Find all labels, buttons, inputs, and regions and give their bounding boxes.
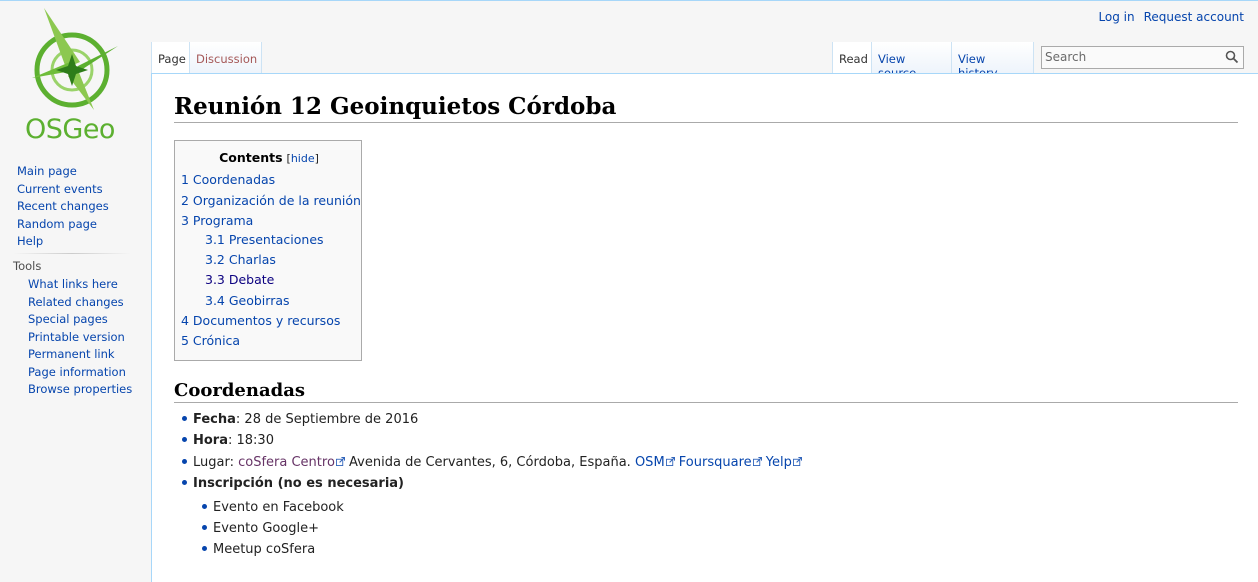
evento-facebook: Evento en Facebook <box>213 500 344 515</box>
tab-discussion-label[interactable]: Discussion <box>196 52 257 66</box>
sidebar-heading-tools: Tools <box>13 259 42 273</box>
compass-logo-icon <box>32 8 118 110</box>
sidebar-item-special-pages[interactable]: Special pages <box>28 312 108 326</box>
external-link-icon <box>665 457 675 466</box>
table-of-contents: Contents [hide] 1 Coordenadas 2 Organiza… <box>174 140 362 361</box>
sidebar-item-help[interactable]: Help <box>17 234 43 248</box>
request-account-link[interactable]: Request account <box>1144 10 1244 24</box>
osm-link[interactable]: OSM <box>635 455 665 470</box>
external-link-icon <box>792 457 802 466</box>
meetup-cosfera: Meetup coSfera <box>213 542 316 557</box>
toc-hide-bracket-close: ] <box>314 152 319 165</box>
yelp-link[interactable]: Yelp <box>766 455 792 470</box>
list-item-hora: Hora: 18:30 <box>182 433 274 448</box>
sidebar-item-related-changes[interactable]: Related changes <box>28 295 124 309</box>
foursquare-link[interactable]: Foursquare <box>679 455 752 470</box>
bullet <box>182 459 187 464</box>
sidebar-item-printable-version[interactable]: Printable version <box>28 330 125 344</box>
toc-item-charlas[interactable]: 3.2 Charlas <box>205 252 276 267</box>
login-link[interactable]: Log in <box>1098 10 1134 24</box>
bullet <box>182 437 187 442</box>
tab-page-label[interactable]: Page <box>158 52 186 66</box>
evento-google-plus: Evento Google+ <box>213 521 320 536</box>
sidebar-item-what-links-here[interactable]: What links here <box>28 277 118 291</box>
sidebar-item-permanent-link[interactable]: Permanent link <box>28 347 115 361</box>
search-icon[interactable] <box>1225 50 1239 64</box>
sidebar-item-recent-changes[interactable]: Recent changes <box>17 199 109 213</box>
tab-read[interactable]: Read <box>832 42 872 73</box>
sidebar-item-current-events[interactable]: Current events <box>17 182 103 196</box>
external-link-icon <box>335 457 345 466</box>
page-title: Reunión 12 Geoinquietos Córdoba <box>174 93 1238 123</box>
cosfera-centro-link[interactable]: coSfera Centro <box>238 455 335 470</box>
toc-item-geobirras[interactable]: 3.4 Geobirras <box>205 293 290 308</box>
toc-item-debate[interactable]: 3.3 Debate <box>205 272 274 287</box>
tab-view-history[interactable]: View history <box>952 42 1034 80</box>
list-item-fecha: Fecha: 28 de Septiembre de 2016 <box>182 412 418 427</box>
fecha-value: : 28 de Septiembre de 2016 <box>235 412 419 427</box>
toc-item-documentos[interactable]: 4 Documentos y recursos <box>181 313 340 328</box>
list-item-meetup: Meetup coSfera <box>202 542 315 557</box>
list-item-facebook: Evento en Facebook <box>202 500 344 515</box>
bullet <box>182 480 187 485</box>
bullet <box>182 416 187 421</box>
bullet <box>202 504 207 509</box>
fecha-label: Fecha <box>193 412 236 427</box>
tab-view-source[interactable]: View source <box>872 42 952 80</box>
personal-tools: Log in Request account <box>1098 10 1244 24</box>
bullet <box>202 525 207 530</box>
toc-item-presentaciones[interactable]: 3.1 Presentaciones <box>205 232 324 247</box>
sidebar-item-main-page[interactable]: Main page <box>17 164 77 178</box>
hora-label: Hora <box>193 433 228 448</box>
lugar-prefix: Lugar: <box>193 455 239 470</box>
tab-page[interactable]: Page <box>151 42 190 73</box>
external-link-icon <box>752 457 762 466</box>
sidebar-item-browse-properties[interactable]: Browse properties <box>28 382 132 396</box>
sidebar-item-page-information[interactable]: Page information <box>28 365 126 379</box>
toc-item-cronica[interactable]: 5 Crónica <box>181 333 240 348</box>
list-item-lugar: Lugar: coSfera Centro Avenida de Cervant… <box>182 455 802 470</box>
inscripcion-label: Inscripción (no es necesaria) <box>193 476 405 491</box>
bullet <box>202 546 207 551</box>
toc-item-coordenadas[interactable]: 1 Coordenadas <box>181 172 275 187</box>
sidebar-divider <box>13 253 131 254</box>
top-border <box>0 0 1258 1</box>
section-heading-coordenadas: Coordenadas <box>174 380 1238 403</box>
toc-hide-toggle[interactable]: hide <box>291 152 315 165</box>
search-input[interactable]: Search <box>1041 46 1244 69</box>
list-item-inscripcion: Inscripción (no es necesaria) <box>182 476 404 491</box>
toc-item-organizacion[interactable]: 2 Organización de la reunión <box>181 193 361 208</box>
toc-header: Contents [hide] <box>175 150 363 165</box>
toc-item-programa[interactable]: 3 Programa <box>181 213 253 228</box>
tab-read-label[interactable]: Read <box>839 52 868 66</box>
search-placeholder: Search <box>1045 50 1087 64</box>
lugar-address: Avenida de Cervantes, 6, Córdoba, España… <box>344 455 635 470</box>
toc-title: Contents <box>219 150 283 165</box>
tab-discussion[interactable]: Discussion <box>190 42 262 73</box>
logo-wordmark: OSGeo <box>25 114 115 145</box>
hora-value: : 18:30 <box>228 433 274 448</box>
list-item-google-plus: Evento Google+ <box>202 521 319 536</box>
osgeo-logo[interactable]: OSGeo <box>14 6 134 146</box>
sidebar-item-random-page[interactable]: Random page <box>17 217 97 231</box>
main-content: Reunión 12 Geoinquietos Córdoba Contents… <box>151 73 1258 582</box>
